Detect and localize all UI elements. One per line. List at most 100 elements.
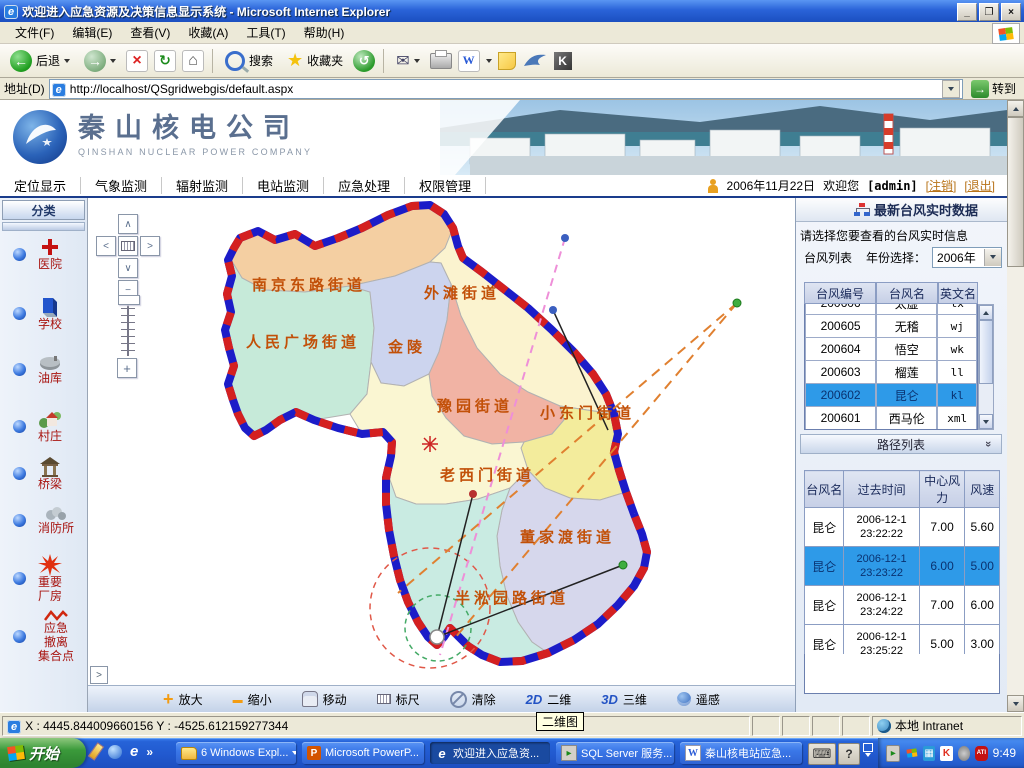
path-row[interactable]: 昆仑2006-12-1 23:24:22 7.006.00 — [805, 586, 1000, 625]
pan-right-button[interactable] — [140, 236, 160, 256]
task-powerpoint[interactable]: Microsoft PowerP... — [302, 742, 424, 764]
pan-center-button[interactable] — [118, 236, 138, 256]
language-bar-options[interactable] — [862, 743, 874, 757]
pan-up-button[interactable] — [118, 214, 138, 234]
remote-sensing-tool[interactable]: 遥感 — [677, 691, 720, 708]
sidebar-item-fire-station[interactable]: 消防所 — [0, 506, 88, 536]
tab-station[interactable]: 电站监测 — [243, 177, 324, 194]
quicklaunch-ie-icon[interactable] — [130, 743, 138, 760]
home-button[interactable] — [182, 50, 204, 72]
scroll-down-button[interactable] — [979, 414, 993, 429]
quicklaunch-icon-2[interactable] — [108, 745, 122, 759]
path-row[interactable]: 昆仑2006-12-1 23:22:22 7.005.60 — [805, 508, 1000, 547]
tray-antivirus-icon[interactable]: K — [940, 746, 952, 761]
k-plugin-icon[interactable] — [554, 52, 572, 70]
zoom-in-button-slider[interactable] — [117, 358, 137, 378]
typhoon-row[interactable]: 200603榴莲ll — [805, 361, 977, 384]
year-select-arrow[interactable] — [984, 249, 1001, 266]
minimize-button[interactable]: _ — [957, 3, 977, 21]
path-point-green-1[interactable] — [733, 299, 741, 307]
typhoon-table-viewport[interactable]: 200606太虚tx 200605无稽wj 200604悟空wk 200603榴… — [804, 304, 978, 430]
address-input[interactable]: http://localhost/QSgridwebgis/default.as… — [49, 79, 963, 99]
ruler-tool[interactable]: 标尺 — [377, 691, 420, 708]
quicklaunch-overflow-icon[interactable] — [146, 745, 153, 759]
pan-left-button[interactable] — [96, 236, 116, 256]
scroll-up-button[interactable] — [979, 305, 993, 320]
language-help-button[interactable] — [838, 743, 860, 765]
tray-grid-icon[interactable]: ▦ — [923, 746, 935, 761]
search-button[interactable]: 搜索 — [221, 49, 277, 73]
go-button[interactable]: 转到 — [967, 80, 1020, 98]
typhoon-row[interactable]: 200605无稽wj — [805, 315, 977, 338]
task-windows-explorer-group[interactable]: 6 Windows Expl... — [176, 742, 296, 764]
close-button[interactable]: × — [1001, 3, 1021, 21]
typhoon-row[interactable]: 200606太虚tx — [805, 304, 977, 315]
exit-link[interactable]: [退出] — [964, 177, 995, 194]
mail-dropdown-icon[interactable] — [414, 59, 420, 63]
tab-emergency[interactable]: 应急处理 — [324, 177, 405, 194]
print-button[interactable] — [430, 53, 452, 69]
back-button[interactable]: 后退 — [6, 48, 74, 74]
forward-button[interactable] — [80, 48, 120, 74]
map-area[interactable]: 南京东路街道 外滩街道 人民广场街道 金陵 豫园街道 小东门街道 老西门街道 董… — [88, 198, 795, 685]
address-dropdown-button[interactable] — [942, 80, 960, 98]
path-list-header[interactable]: 路径列表 — [800, 434, 1002, 454]
sidebar-item-village[interactable]: 村庄 — [0, 410, 88, 444]
task-word-doc[interactable]: 秦山核电站应急... — [680, 742, 802, 764]
keyboard-language-button[interactable] — [808, 743, 836, 765]
scrollbar-up-button[interactable] — [1007, 100, 1024, 117]
swallow-icon[interactable] — [522, 52, 548, 70]
typhoon-table-scrollbar[interactable] — [978, 304, 994, 430]
sidebar-collapse-button[interactable] — [90, 666, 108, 684]
year-select[interactable]: 2006年 — [932, 247, 1002, 268]
tray-sql-icon[interactable] — [886, 745, 900, 762]
zoom-out-tool[interactable]: 缩小 — [233, 691, 272, 708]
logout-link[interactable]: [注销] — [926, 177, 957, 194]
menu-view[interactable]: 查看(V) — [121, 22, 179, 43]
tray-gray-icon[interactable] — [958, 746, 970, 761]
menu-favorites[interactable]: 收藏(A) — [179, 22, 237, 43]
sidebar-item-school[interactable]: 学校 — [0, 296, 88, 332]
start-button[interactable]: 开始 — [0, 738, 86, 768]
path-point-blue-2[interactable] — [549, 306, 557, 314]
clear-tool[interactable]: 清除 — [450, 691, 496, 708]
menu-file[interactable]: 文件(F) — [6, 22, 63, 43]
task-sql-server[interactable]: SQL Server 服务... — [556, 742, 674, 764]
pan-tool[interactable]: 移动 — [302, 691, 347, 708]
sidebar-item-bridge[interactable]: 桥梁 — [0, 456, 88, 492]
path-point-red[interactable] — [469, 490, 477, 498]
sidebar-item-oil-depot[interactable]: 油库 — [0, 354, 88, 386]
zoom-slider-handle[interactable] — [118, 295, 140, 305]
menu-edit[interactable]: 编辑(E) — [63, 22, 121, 43]
zoom-in-tool[interactable]: 放大 — [163, 691, 203, 708]
task-ie-current[interactable]: 欢迎进入应急资... — [430, 742, 550, 764]
edit-dropdown-icon[interactable] — [486, 59, 492, 63]
collapse-chevron-icon[interactable] — [982, 441, 994, 447]
refresh-button[interactable] — [154, 50, 176, 72]
typhoon-row[interactable]: 200604悟空wk — [805, 338, 977, 361]
restore-button[interactable]: ❐ — [979, 3, 999, 21]
mail-button[interactable] — [392, 49, 423, 73]
path-row-selected[interactable]: 昆仑2006-12-1 23:23:22 6.005.00 — [805, 547, 1000, 586]
forward-dropdown-icon[interactable] — [110, 59, 116, 63]
view-3d-tool[interactable]: 3D 三维 — [601, 691, 647, 708]
discuss-note-icon[interactable] — [498, 52, 516, 70]
pan-down-button[interactable] — [118, 258, 138, 278]
typhoon-row-selected[interactable]: 200602昆仑kl — [805, 384, 977, 407]
tray-ati-icon[interactable]: ATI — [975, 746, 987, 761]
category-header[interactable]: 分类 — [2, 200, 85, 220]
district-map[interactable]: 南京东路街道 外滩街道 人民广场街道 金陵 豫园街道 小东门街道 老西门街道 董… — [88, 198, 795, 685]
typhoon-center-marker[interactable] — [430, 630, 444, 644]
favorites-button[interactable]: 收藏夹 — [283, 48, 347, 73]
scrollbar-down-button[interactable] — [1007, 695, 1024, 712]
quicklaunch-icon-1[interactable] — [88, 742, 104, 761]
back-dropdown-icon[interactable] — [64, 59, 70, 63]
tray-windows-icon[interactable] — [905, 746, 917, 761]
stop-button[interactable] — [126, 50, 148, 72]
menu-help[interactable]: 帮助(H) — [295, 22, 354, 43]
tab-weather[interactable]: 气象监测 — [81, 177, 162, 194]
sidebar-item-hospital[interactable]: 医院 — [0, 238, 88, 272]
browser-scrollbar[interactable] — [1007, 100, 1024, 712]
category-splitter[interactable] — [2, 222, 85, 231]
menu-tools[interactable]: 工具(T) — [237, 22, 294, 43]
